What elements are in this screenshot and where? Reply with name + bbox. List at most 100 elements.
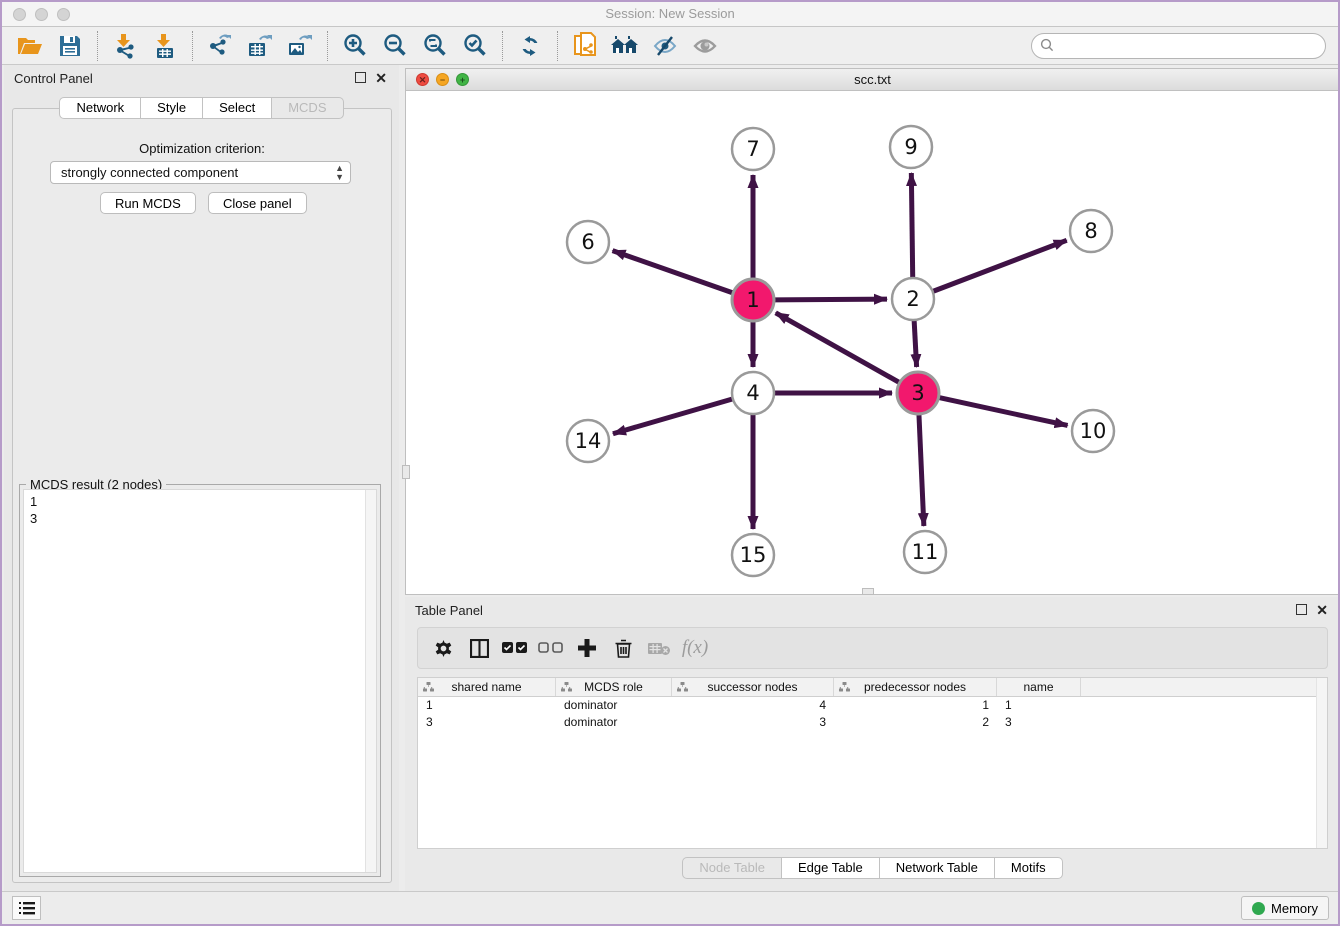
cell-shared-name: 1 (418, 697, 556, 714)
float-panel-icon[interactable] (355, 72, 366, 83)
tab-mcds[interactable]: MCDS (272, 97, 343, 119)
column-label: MCDS role (584, 680, 643, 694)
edge-3-10[interactable] (939, 397, 1068, 425)
toolbar-separator (327, 31, 328, 61)
float-table-panel-icon[interactable] (1296, 604, 1307, 615)
open-file-icon[interactable] (13, 31, 47, 61)
zoom-in-icon[interactable] (338, 31, 372, 61)
hide-selected-eye-icon[interactable] (648, 31, 682, 61)
export-table-icon[interactable] (243, 31, 277, 61)
node-label-2: 2 (906, 287, 919, 311)
column-settings-gear-icon[interactable] (428, 635, 458, 661)
mcds-pane: Optimization criterion: strongly connect… (12, 108, 392, 883)
control-panel: Control Panel ✕ NetworkStyleSelectMCDS O… (4, 65, 399, 891)
memory-button[interactable]: Memory (1241, 896, 1329, 920)
search-input[interactable] (1031, 33, 1326, 59)
node-label-4: 4 (746, 381, 759, 405)
table-tabs: Node TableEdge TableNetwork TableMotifs (405, 853, 1340, 883)
mcds-result-text: 1 3 (24, 490, 376, 530)
delete-column-trash-icon[interactable] (608, 635, 638, 661)
deselect-all-icon[interactable] (536, 635, 566, 661)
table-header-row: shared name MCDS role successor nodes prede… (418, 678, 1327, 697)
show-all-eye-icon[interactable] (688, 31, 722, 61)
table-panel: Table Panel ✕ (405, 597, 1340, 891)
cell-name: 3 (997, 714, 1081, 731)
column-header-name[interactable]: name (997, 678, 1081, 696)
edge-2-9[interactable] (911, 173, 912, 278)
import-table-icon[interactable] (148, 31, 182, 61)
first-neighbors-icon[interactable] (608, 31, 642, 61)
select-stepper-icon: ▲▼ (335, 164, 344, 182)
column-label: shared name (451, 680, 521, 694)
zoom-selected-icon[interactable] (458, 31, 492, 61)
tab-edge-table[interactable]: Edge Table (782, 857, 880, 879)
list-icon (19, 901, 35, 915)
column-header-successor-nodes[interactable]: successor nodes (672, 678, 834, 696)
column-header-predecessor-nodes[interactable]: predecessor nodes (834, 678, 997, 696)
table-row[interactable]: 3dominator323 (418, 714, 1327, 731)
apply-layout-icon[interactable] (513, 31, 547, 61)
column-header-shared-name[interactable]: shared name (418, 678, 556, 696)
run-mcds-button[interactable]: Run MCDS (100, 192, 196, 214)
edge-1-2[interactable] (774, 299, 887, 300)
edge-2-8[interactable] (933, 240, 1067, 291)
edge-2-3[interactable] (914, 320, 917, 367)
network-canvas[interactable]: 7968124314101511 (406, 92, 1339, 594)
edge-4-14[interactable] (613, 399, 733, 434)
export-network-icon[interactable] (203, 31, 237, 61)
tab-select[interactable]: Select (203, 97, 272, 119)
optimization-criterion-value: strongly connected component (61, 165, 238, 180)
zoom-fit-icon[interactable] (418, 31, 452, 61)
tab-network-table[interactable]: Network Table (880, 857, 995, 879)
duplicate-network-icon[interactable] (568, 31, 602, 61)
zoom-out-icon[interactable] (378, 31, 412, 61)
close-panel-button[interactable]: Close panel (208, 192, 307, 214)
edge-1-6[interactable] (613, 251, 734, 293)
search-container (1031, 33, 1326, 59)
close-panel-icon[interactable]: ✕ (375, 70, 387, 86)
column-label: successor nodes (707, 680, 797, 694)
optimization-criterion-select[interactable]: strongly connected component ▲▼ (50, 161, 351, 184)
cell-successor-nodes: 4 (672, 697, 834, 714)
cell-name: 1 (997, 697, 1081, 714)
split-panel-icon[interactable] (464, 635, 494, 661)
save-session-icon[interactable] (53, 31, 87, 61)
splitter-grip-left[interactable] (402, 465, 410, 479)
node-label-11: 11 (912, 540, 939, 564)
cell-MCDS-role: dominator (556, 714, 672, 731)
node-label-1: 1 (746, 288, 759, 312)
control-panel-tabs: NetworkStyleSelectMCDS (4, 97, 399, 119)
tab-node-table[interactable]: Node Table (682, 857, 782, 879)
tab-motifs[interactable]: Motifs (995, 857, 1063, 879)
table-row[interactable]: 1dominator411 (418, 697, 1327, 714)
select-all-check-icon[interactable] (500, 635, 530, 661)
edge-3-11[interactable] (919, 414, 924, 526)
cell-predecessor-nodes: 2 (834, 714, 997, 731)
toolbar-separator (97, 31, 98, 61)
tab-network[interactable]: Network (59, 97, 141, 119)
node-label-9: 9 (904, 135, 917, 159)
network-window-titlebar: ✕ − + scc.txt (406, 69, 1339, 91)
import-network-icon[interactable] (108, 31, 142, 61)
table-scrollbar[interactable] (1316, 678, 1327, 848)
node-label-15: 15 (740, 543, 767, 567)
function-builder-icon: f(x) (680, 635, 710, 661)
network-window-title: scc.txt (406, 72, 1339, 87)
edge-3-1[interactable] (776, 313, 900, 383)
control-panel-title: Control Panel (14, 71, 93, 86)
column-header-MCDS-role[interactable]: MCDS role (556, 678, 672, 696)
node-label-7: 7 (746, 137, 759, 161)
mcds-result-box[interactable]: 1 3 (23, 489, 377, 873)
export-image-icon[interactable] (283, 31, 317, 61)
toolbar-separator (192, 31, 193, 61)
close-table-panel-icon[interactable]: ✕ (1316, 602, 1328, 618)
cell-MCDS-role: dominator (556, 697, 672, 714)
window-title: Session: New Session (2, 6, 1338, 21)
network-graph[interactable]: 7968124314101511 (406, 92, 1339, 595)
add-column-plus-icon[interactable] (572, 635, 602, 661)
task-history-button[interactable] (12, 896, 41, 920)
splitter-grip-bottom[interactable] (862, 588, 874, 595)
tab-style[interactable]: Style (141, 97, 203, 119)
result-scrollbar[interactable] (365, 490, 376, 872)
node-table[interactable]: shared name MCDS role successor nodes prede… (417, 677, 1328, 849)
